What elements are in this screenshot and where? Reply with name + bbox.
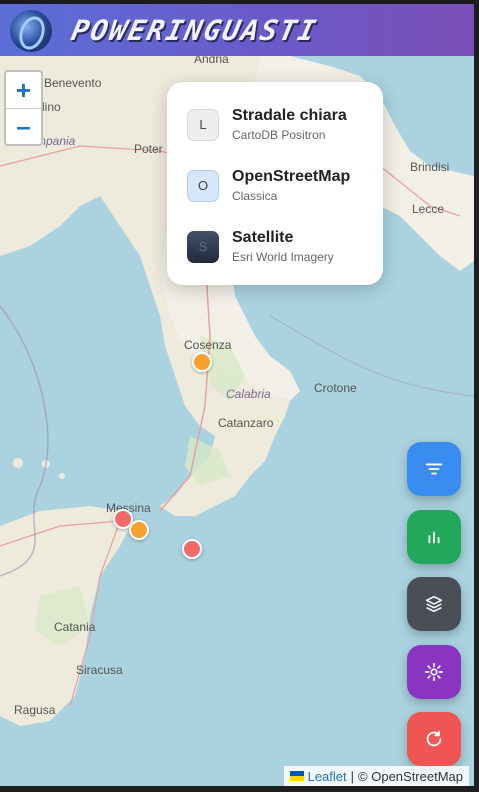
- refresh-icon: [426, 730, 442, 747]
- layers-icon: [425, 595, 443, 613]
- attribution-separator: |: [350, 768, 355, 784]
- zoom-in-button[interactable]: +: [6, 72, 41, 108]
- label-benevento: Benevento: [44, 76, 102, 90]
- map-marker[interactable]: [182, 539, 202, 559]
- zoom-out-button[interactable]: –: [6, 108, 41, 144]
- layers-button[interactable]: [407, 577, 461, 631]
- label-lino: lino: [42, 100, 61, 114]
- map-attribution: Leaflet | © OpenStreetMap: [283, 766, 469, 786]
- layer-swatch-icon: O: [187, 169, 219, 202]
- app-frame: POWERINGUASTI Andria Benevento lino mpan…: [0, 0, 474, 786]
- label-calabria: Calabria: [226, 387, 271, 401]
- layer-option-openstreetmap[interactable]: O OpenStreetMap Classica: [187, 155, 363, 216]
- layer-option-subtitle: Classica: [232, 189, 278, 203]
- stats-button[interactable]: [407, 510, 461, 564]
- zoom-control: + –: [4, 70, 43, 146]
- layer-option-satellite[interactable]: S Satellite Esri World Imagery: [187, 216, 363, 277]
- layer-option-title: Satellite: [232, 229, 294, 246]
- bar-chart-icon: [428, 531, 440, 544]
- settings-button[interactable]: [407, 645, 461, 699]
- map-marker[interactable]: [129, 520, 149, 540]
- layer-picker-panel: L Stradale chiara CartoDB Positron O Ope…: [167, 82, 383, 285]
- globe-logo-icon: [10, 10, 52, 52]
- label-catanzaro: Catanzaro: [218, 416, 274, 430]
- brand-name: POWERINGUASTI: [68, 14, 321, 47]
- layer-swatch-icon: S: [187, 230, 219, 263]
- label-ragusa: Ragusa: [14, 703, 56, 717]
- layer-option-title: Stradale chiara: [232, 107, 347, 124]
- attribution-copyright: © OpenStreetMap: [358, 768, 463, 784]
- filter-button[interactable]: [407, 442, 461, 496]
- app-header: POWERINGUASTI: [0, 0, 474, 56]
- filter-icon: [425, 463, 443, 475]
- layer-option-subtitle: CartoDB Positron: [232, 128, 326, 142]
- label-catania: Catania: [54, 620, 96, 634]
- gear-icon: [424, 662, 444, 682]
- layer-swatch-icon: L: [187, 108, 219, 141]
- leaflet-link[interactable]: Leaflet: [308, 769, 347, 784]
- label-cosenza: Cosenza: [184, 338, 232, 352]
- label-brindisi: Brindisi: [410, 160, 450, 174]
- ukraine-flag-icon: [289, 771, 304, 781]
- layer-option-title: OpenStreetMap: [232, 168, 351, 185]
- label-siracusa: Siracusa: [76, 663, 123, 677]
- label-crotone: Crotone: [314, 381, 357, 395]
- label-lecce: Lecce: [412, 202, 445, 216]
- map-marker[interactable]: [192, 352, 212, 372]
- refresh-button[interactable]: [407, 712, 461, 766]
- label-potenza: Poter: [134, 142, 163, 156]
- layer-option-subtitle: Esri World Imagery: [232, 250, 334, 264]
- layer-option-stradale-chiara[interactable]: L Stradale chiara CartoDB Positron: [187, 94, 363, 155]
